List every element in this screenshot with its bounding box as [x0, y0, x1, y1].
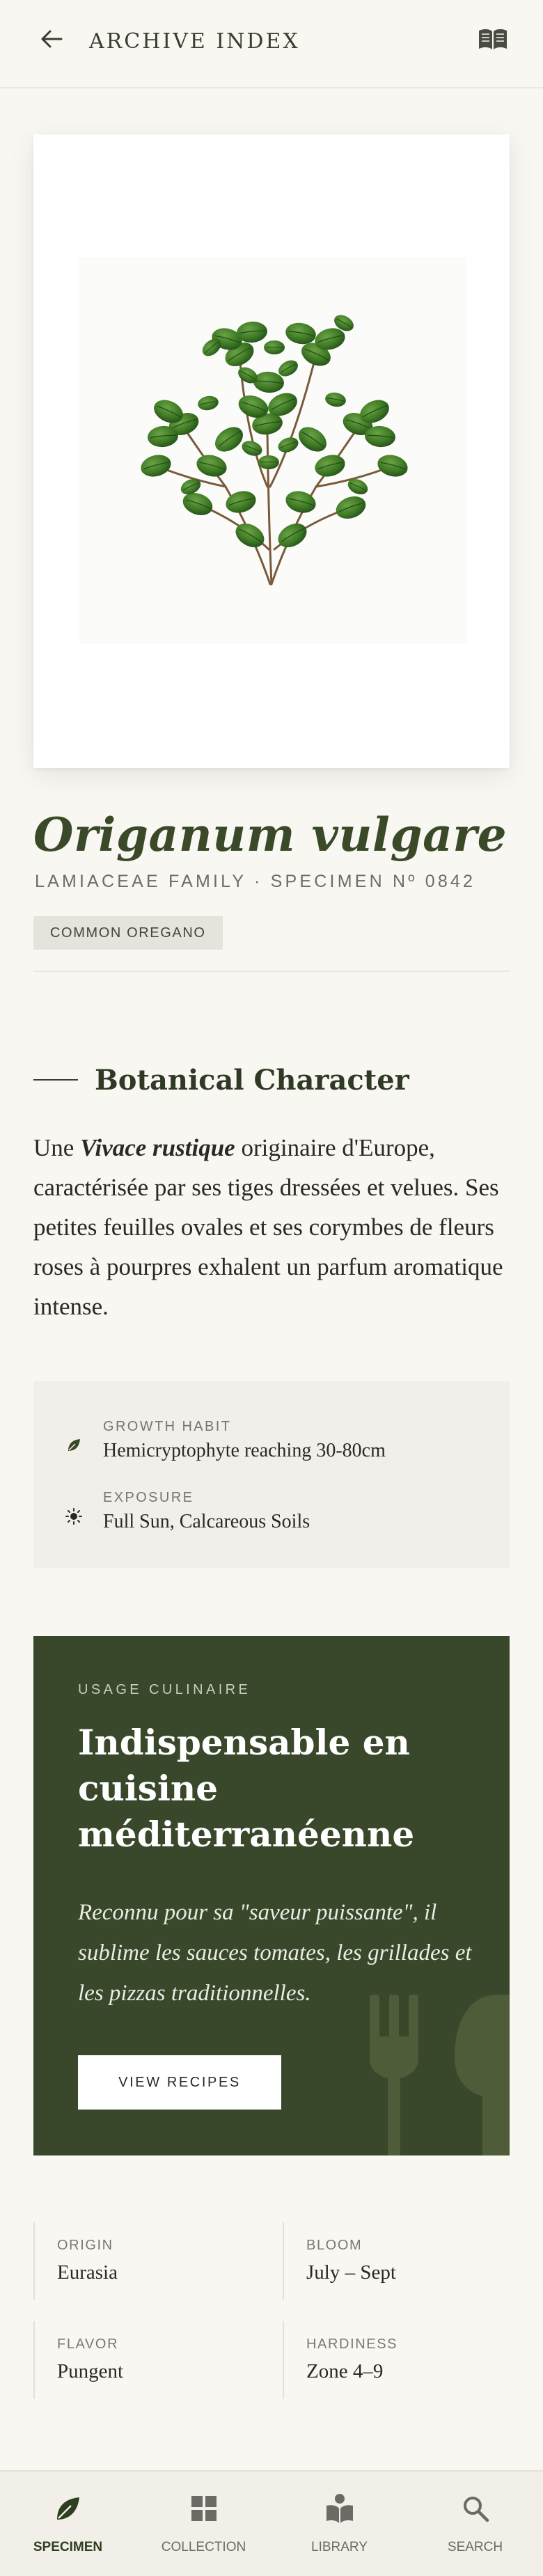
- grid-icon: [136, 2492, 272, 2524]
- page-title: ARCHIVE INDEX: [89, 29, 300, 54]
- bottom-nav: SPECIMEN COLLECTION LIBRARY SEARCH: [0, 2470, 543, 2576]
- fork-spoon-icon: [370, 1995, 510, 2155]
- search-icon: [407, 2492, 543, 2524]
- reader-icon: [272, 2492, 407, 2524]
- stat-value: Eurasia: [57, 2261, 118, 2284]
- nav-item-search[interactable]: SEARCH: [407, 2472, 543, 2576]
- stat-label: ORIGIN: [57, 2238, 113, 2253]
- oregano-plant-illustration: [138, 311, 411, 586]
- common-name-tag: COMMON OREGANO: [33, 916, 223, 950]
- stat-flavor: FLAVOR Pungent: [33, 2321, 256, 2399]
- stat-value: Pungent: [57, 2360, 124, 2382]
- botanical-description: Une Vivace rustique originaire d'Europe,…: [33, 1128, 514, 1326]
- facts-box: GROWTH HABIT Hemicryptophyte reaching 30…: [33, 1381, 510, 1568]
- culinary-eyebrow: USAGE CULINAIRE: [78, 1682, 251, 1697]
- fact-value: Full Sun, Calcareous Soils: [103, 1511, 310, 1532]
- culinary-title: Indispensable en cuisine méditerranéenne: [78, 1722, 415, 1855]
- nav-label: COLLECTION: [161, 2540, 246, 2554]
- family-specimen-line: LAMIACEAE FAMILY · SPECIMEN Nº 0842: [35, 872, 476, 891]
- stat-label: BLOOM: [306, 2238, 363, 2253]
- stat-origin: ORIGIN Eurasia: [33, 2222, 256, 2300]
- leaf-icon: [65, 1437, 82, 1454]
- culinary-card: USAGE CULINAIRE Indispensable en cuisine…: [33, 1636, 510, 2155]
- nav-label: SEARCH: [447, 2540, 503, 2554]
- fact-label: GROWTH HABIT: [103, 1419, 232, 1434]
- app-header: ARCHIVE INDEX: [0, 0, 543, 88]
- specimen-plate: [79, 257, 466, 644]
- arrow-left-icon: [41, 30, 63, 48]
- stat-hardiness: HARDINESS Zone 4–9: [283, 2321, 505, 2399]
- nav-item-collection[interactable]: COLLECTION: [136, 2472, 272, 2576]
- view-recipes-button[interactable]: VIEW RECIPES: [78, 2055, 281, 2110]
- desc-rest: originaire d'Europe, caractérisée par se…: [33, 1134, 503, 1320]
- fact-exposure: EXPOSURE Full Sun, Calcareous Soils: [33, 1487, 510, 1543]
- divider: [33, 971, 510, 972]
- species-name: Origanum vulgare: [33, 808, 507, 862]
- fact-growth-habit: GROWTH HABIT Hemicryptophyte reaching 30…: [33, 1416, 510, 1472]
- sun-icon: [65, 1508, 82, 1525]
- nav-item-specimen[interactable]: SPECIMEN: [0, 2472, 136, 2576]
- stat-bloom: BLOOM July – Sept: [283, 2222, 505, 2300]
- stat-value: July – Sept: [306, 2261, 396, 2284]
- section-rule: [33, 1079, 78, 1081]
- stat-value: Zone 4–9: [306, 2360, 384, 2382]
- back-button[interactable]: [36, 26, 67, 52]
- specimen-image-card[interactable]: [33, 134, 510, 768]
- fact-label: EXPOSURE: [103, 1490, 194, 1505]
- stat-label: FLAVOR: [57, 2337, 119, 2352]
- library-button[interactable]: [475, 25, 511, 53]
- nav-label: LIBRARY: [311, 2540, 368, 2554]
- fact-value: Hemicryptophyte reaching 30-80cm: [103, 1440, 386, 1461]
- nav-item-library[interactable]: LIBRARY: [272, 2472, 407, 2576]
- leaf-icon: [0, 2492, 136, 2524]
- stat-label: HARDINESS: [306, 2337, 398, 2352]
- section-heading-botanical: Botanical Character: [95, 1064, 409, 1097]
- desc-lead: Une: [33, 1134, 81, 1161]
- nav-label: SPECIMEN: [33, 2540, 103, 2554]
- open-book-icon: [479, 29, 507, 49]
- desc-emphasis: Vivace rustique: [80, 1134, 235, 1161]
